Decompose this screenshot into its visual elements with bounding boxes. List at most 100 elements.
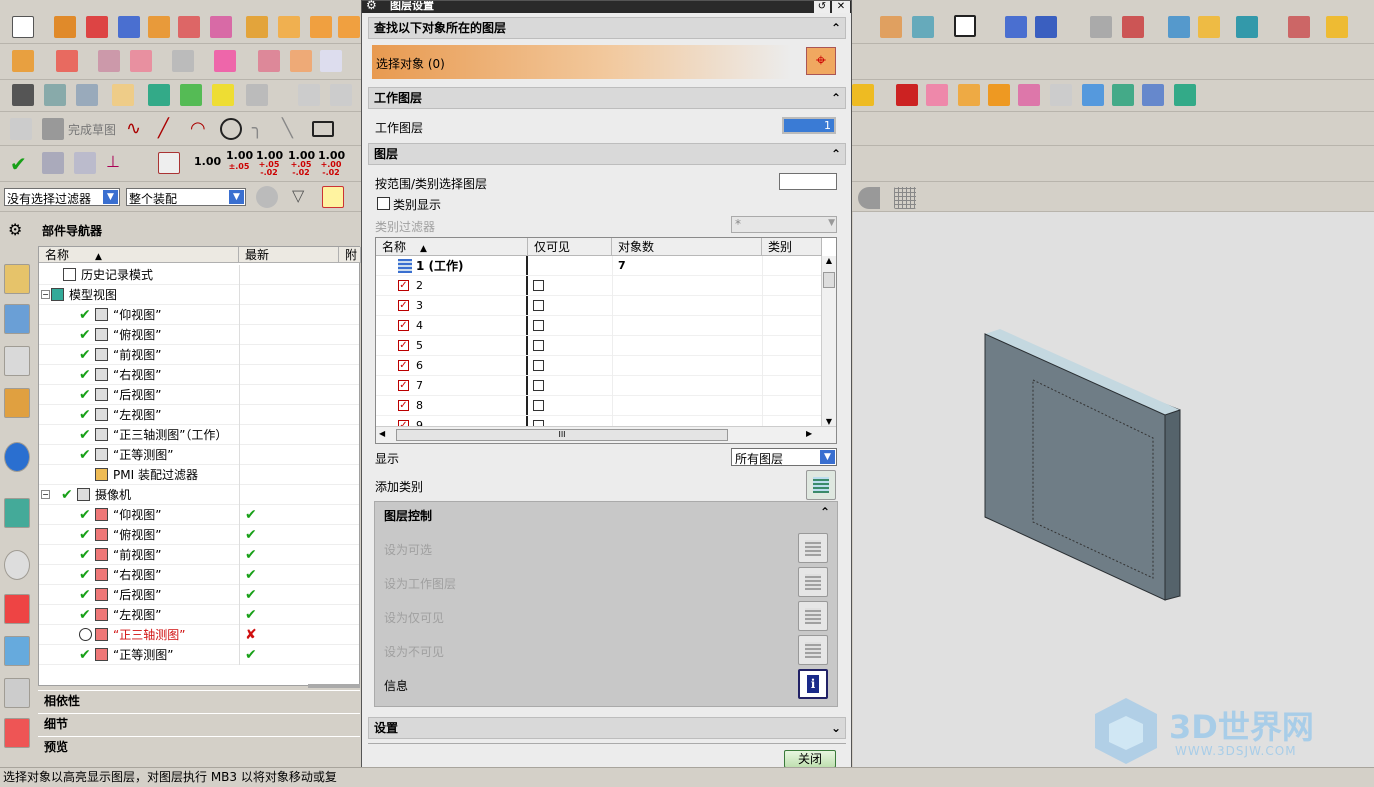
fillet-icon[interactable]: ╮: [252, 118, 274, 140]
layer-selectable-checkbox[interactable]: ✓: [398, 360, 409, 371]
collapse-icon[interactable]: −: [41, 490, 50, 499]
table-icon[interactable]: [74, 152, 96, 174]
dependencies-panel[interactable]: 相依性: [38, 690, 360, 710]
array-icon[interactable]: [310, 16, 332, 38]
system-tab-icon[interactable]: [4, 678, 30, 708]
cube-green-icon[interactable]: [1112, 84, 1134, 106]
tree-row[interactable]: ✔ “俯视图”: [39, 325, 359, 345]
sketch-icon[interactable]: [10, 118, 32, 140]
rectangle-icon[interactable]: [312, 121, 334, 137]
select-object-row[interactable]: 选择对象 (0) ⌖: [372, 45, 838, 79]
table-vscroll[interactable]: ▲ ▼: [821, 256, 836, 426]
extrude-icon[interactable]: [148, 16, 170, 38]
assembly-scope-dropdown[interactable]: 整个装配 ▼: [126, 188, 246, 206]
tree-row[interactable]: ✔ “俯视图” ✔: [39, 525, 359, 545]
chevron-up-icon[interactable]: ⌃: [820, 505, 830, 519]
col-name[interactable]: 名称 ▲: [376, 238, 528, 256]
viewport-round-icon[interactable]: [858, 187, 880, 209]
measure-icon[interactable]: [1288, 16, 1310, 38]
history-tab-icon[interactable]: [4, 550, 30, 580]
crosshair-icon[interactable]: ⌖: [806, 47, 836, 75]
filter-icon[interactable]: ▽: [292, 186, 314, 208]
cube-blue-icon[interactable]: [1082, 84, 1104, 106]
layer-selectable-checkbox[interactable]: ✓: [398, 380, 409, 391]
gear-icon[interactable]: ⚙: [366, 0, 377, 12]
info-tab-icon[interactable]: [4, 442, 30, 472]
red-cube-icon[interactable]: [896, 84, 918, 106]
visible-only-checkbox[interactable]: [533, 380, 544, 391]
trim-icon[interactable]: [172, 50, 194, 72]
tree-row[interactable]: ✔ “前视图”: [39, 345, 359, 365]
rect-icon[interactable]: [954, 15, 976, 37]
surface-icon[interactable]: [330, 84, 352, 106]
snap-icon[interactable]: [12, 50, 34, 72]
col-object-count[interactable]: 对象数: [612, 238, 762, 256]
layer-row[interactable]: ✓ 3: [376, 296, 821, 316]
layer-icon[interactable]: [44, 84, 66, 106]
eraser-icon[interactable]: [112, 84, 134, 106]
cylinder-icon[interactable]: [86, 16, 108, 38]
play-icon[interactable]: [1236, 16, 1258, 38]
close-icon[interactable]: ✕: [832, 1, 850, 13]
hide-icon[interactable]: [180, 84, 202, 106]
layer-control-header[interactable]: 图层控制: [384, 507, 432, 524]
tree-row[interactable]: 历史记录模式: [39, 265, 359, 285]
col-category[interactable]: 类别: [762, 238, 822, 256]
layer-row[interactable]: ✓ 5: [376, 336, 821, 356]
ruler-icon[interactable]: [1326, 16, 1348, 38]
roles-tab-icon[interactable]: [4, 636, 30, 666]
details-panel[interactable]: 细节: [38, 713, 360, 733]
visible-only-checkbox[interactable]: [533, 300, 544, 311]
layer-selectable-checkbox[interactable]: ✓: [398, 280, 409, 291]
shell-icon[interactable]: [988, 84, 1010, 106]
column-notes[interactable]: 附注: [339, 247, 361, 263]
scroll-up-icon[interactable]: ▲: [822, 256, 836, 265]
layer-row[interactable]: ✓ 2: [376, 276, 821, 296]
info-button[interactable]: i: [798, 669, 828, 699]
tree-row[interactable]: ✔ “后视图” ✔: [39, 585, 359, 605]
visible-only-checkbox[interactable]: [533, 360, 544, 371]
set-selectable-button[interactable]: [798, 533, 828, 563]
column-latest[interactable]: 最新: [239, 247, 339, 263]
display-dropdown[interactable]: 所有图层 ▼: [731, 448, 837, 466]
offset-icon[interactable]: [98, 50, 120, 72]
work-layer-section-header[interactable]: 工作图层 ⌃: [368, 87, 846, 109]
layer-selectable-checkbox[interactable]: ✓: [398, 320, 409, 331]
block-icon[interactable]: [54, 16, 76, 38]
chamfer-icon[interactable]: ╲: [282, 118, 304, 140]
tree-row[interactable]: ✔ “左视图” ✔: [39, 605, 359, 625]
intersect-icon[interactable]: [958, 84, 980, 106]
layer-row[interactable]: ✓ 7: [376, 376, 821, 396]
dim-precision-2[interactable]: 1.00 ±.05: [226, 150, 253, 172]
sketch-props-icon[interactable]: [42, 152, 64, 174]
library-tab-icon[interactable]: [4, 388, 30, 418]
add-category-button[interactable]: [806, 470, 836, 500]
layer-selectable-checkbox[interactable]: ✓: [398, 400, 409, 411]
hollow-icon[interactable]: [1018, 84, 1040, 106]
chevron-down-icon[interactable]: ▼: [103, 190, 118, 204]
draft-icon[interactable]: [290, 50, 312, 72]
palette-tab-icon[interactable]: [4, 594, 30, 624]
grid-icon[interactable]: [278, 16, 300, 38]
move2-icon[interactable]: [1035, 16, 1057, 38]
dim-precision-3[interactable]: 1.00 +.05 -.02: [256, 150, 283, 177]
tree-row[interactable]: ✔ “后视图”: [39, 385, 359, 405]
split-icon[interactable]: [214, 50, 236, 72]
set-invisible-button[interactable]: [798, 635, 828, 665]
close-button[interactable]: 关闭: [784, 750, 836, 768]
tree-row[interactable]: ✔ “正等测图”: [39, 445, 359, 465]
csys-icon[interactable]: [12, 84, 34, 106]
part-navigator-tab-icon[interactable]: [4, 264, 30, 294]
gears-icon[interactable]: [256, 186, 278, 208]
yellow-shape-icon[interactable]: [852, 84, 874, 106]
model-plate[interactable]: [853, 212, 1374, 767]
dimension-icon[interactable]: [158, 152, 180, 174]
layer-row[interactable]: 1 (工作) 7: [376, 256, 821, 276]
delete-face-icon[interactable]: [1050, 84, 1072, 106]
column-name[interactable]: 名称 ▲: [39, 247, 239, 263]
tree-row[interactable]: ✔ “仰视图”: [39, 305, 359, 325]
array2-icon[interactable]: [338, 16, 360, 38]
selection-filter-dropdown[interactable]: 没有选择过滤器 ▼: [4, 188, 120, 206]
finish-sketch-icon[interactable]: [42, 118, 64, 140]
tree-row[interactable]: PMI 装配过滤器: [39, 465, 359, 485]
